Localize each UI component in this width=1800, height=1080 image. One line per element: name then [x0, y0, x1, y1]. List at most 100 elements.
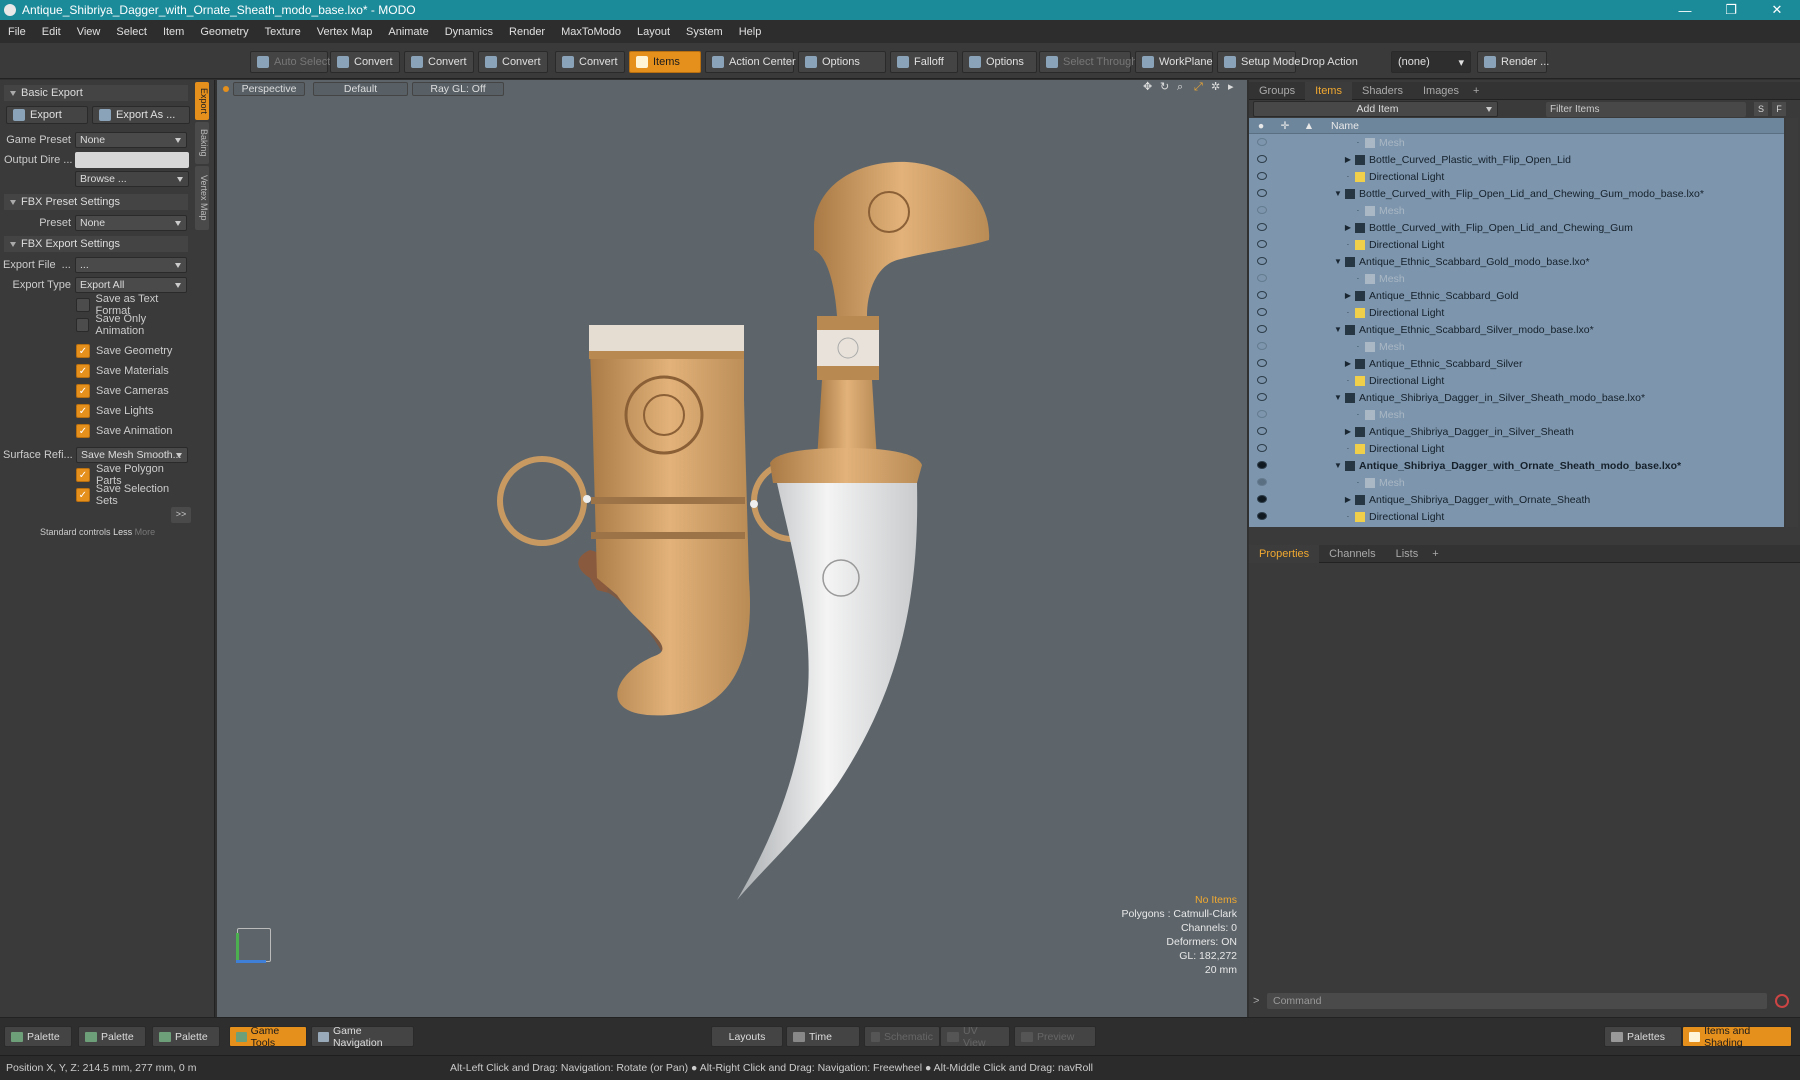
scene-row[interactable]: ▼ Bottle_Curved_with_Flip_Open_Lid_and_Ch… [1249, 185, 1784, 202]
light-row[interactable]: · Directional Light [1249, 168, 1784, 185]
setup-mode-button[interactable]: Setup Mode [1217, 51, 1300, 73]
visibility-eye-icon[interactable] [1257, 461, 1267, 469]
more-link[interactable]: More [135, 527, 156, 537]
schematic-button[interactable]: Schematic [864, 1026, 940, 1047]
mesh-row[interactable]: · Mesh [1249, 270, 1784, 287]
save-lights-checkbox[interactable]: ✓ [76, 404, 90, 418]
tab-properties[interactable]: Properties [1249, 544, 1320, 563]
visibility-eye-icon[interactable] [1257, 410, 1267, 418]
menu-dynamics[interactable]: Dynamics [437, 26, 501, 38]
menu-item[interactable]: Item [155, 26, 192, 38]
name-column-header[interactable]: Name [1331, 120, 1359, 132]
menu-maxtomodo[interactable]: MaxToModo [553, 26, 629, 38]
drop-action-select[interactable]: (none) ▾ [1391, 51, 1471, 73]
mesh-row[interactable]: · Mesh [1249, 474, 1784, 491]
visibility-eye-icon[interactable] [1257, 206, 1267, 214]
export-type-select[interactable]: Export All [75, 277, 187, 293]
less-link[interactable]: Less [113, 527, 132, 537]
uv-view-button[interactable]: UV View [940, 1025, 1010, 1049]
menu-vertex-map[interactable]: Vertex Map [309, 26, 381, 38]
visibility-eye-icon[interactable] [1257, 512, 1267, 520]
visibility-eye-icon[interactable] [1257, 444, 1267, 452]
workplane-button[interactable]: WorkPlane [1135, 51, 1213, 73]
save-animation-checkbox[interactable]: ✓ [76, 424, 90, 438]
menu-system[interactable]: System [678, 26, 731, 38]
light-row[interactable]: · Directional Light [1249, 508, 1784, 525]
game-tools-button[interactable]: Game Tools [229, 1025, 307, 1049]
menu-view[interactable]: View [69, 26, 109, 38]
menu-texture[interactable]: Texture [257, 26, 309, 38]
item-row[interactable]: ▶ Antique_Shibriya_Dagger_in_Silver_Sheat… [1249, 423, 1784, 440]
3d-viewport[interactable]: Perspective Default Ray GL: Off ✥ ↻ ⌕ ⤢ … [217, 80, 1247, 1017]
menu-geometry[interactable]: Geometry [192, 26, 256, 38]
expand-arrow-icon[interactable]: ▶ [1343, 155, 1353, 164]
basic-export-header[interactable]: Basic Export [4, 85, 188, 101]
render-button[interactable]: Render ... [1477, 51, 1549, 73]
palettes-button[interactable]: Palettes [1604, 1026, 1682, 1047]
game-navigation-button[interactable]: Game Navigation [311, 1025, 414, 1049]
scene-row[interactable]: ▼ Antique_Ethnic_Scabbard_Gold_modo_base.… [1249, 253, 1784, 270]
save-materials-checkbox[interactable]: ✓ [76, 364, 90, 378]
fbx-preset-header[interactable]: FBX Preset Settings [4, 194, 188, 210]
minimize-button[interactable]: — [1662, 0, 1708, 20]
time-button[interactable]: Time [786, 1026, 860, 1047]
action-center-button[interactable]: Action Center [705, 51, 796, 73]
tab-vertex-map[interactable]: Vertex Map [195, 166, 209, 230]
visibility-eye-icon[interactable] [1257, 189, 1267, 197]
mesh-row[interactable]: · Mesh [1249, 202, 1784, 219]
mesh-row[interactable]: · Mesh [1249, 134, 1784, 151]
layouts-button[interactable]: Layouts [711, 1026, 783, 1047]
expand-arrow-icon[interactable]: ▶ [1343, 291, 1353, 300]
light-row[interactable]: · Directional Light [1249, 236, 1784, 253]
falloff-options-button[interactable]: Options [962, 51, 1037, 73]
export-file-select[interactable]: ... [75, 257, 187, 273]
item-row[interactable]: ▶ Bottle_Curved_with_Flip_Open_Lid_and_Ch… [1249, 219, 1784, 236]
visibility-eye-icon[interactable] [1257, 155, 1267, 163]
expand-arrow-icon[interactable]: ▶ [1343, 495, 1353, 504]
fbx-export-header[interactable]: FBX Export Settings [4, 236, 188, 252]
scene-row[interactable]: ▼ Antique_Shibriya_Dagger_in_Silver_Sheat… [1249, 389, 1784, 406]
tab-shaders[interactable]: Shaders [1352, 82, 1413, 100]
visibility-eye-icon[interactable] [1257, 138, 1267, 146]
menu-animate[interactable]: Animate [380, 26, 436, 38]
items-and-shading-button[interactable]: Items and Shading [1682, 1025, 1792, 1049]
palette-button-2[interactable]: Palette [78, 1026, 146, 1047]
tab-channels[interactable]: Channels [1319, 545, 1385, 563]
menu-render[interactable]: Render [501, 26, 553, 38]
save-polygon-parts-checkbox[interactable]: ✓ [76, 468, 90, 482]
visibility-eye-icon[interactable] [1257, 274, 1267, 282]
scene-row[interactable]: ▼ Antique_Shibriya_Dagger_with_Ornate_She… [1249, 457, 1784, 474]
save-geometry-checkbox[interactable]: ✓ [76, 344, 90, 358]
visibility-eye-icon[interactable] [1257, 427, 1267, 435]
menu-select[interactable]: Select [108, 26, 155, 38]
visibility-eye-icon[interactable] [1257, 495, 1267, 503]
save-only-animation-checkbox[interactable] [76, 318, 90, 332]
visibility-eye-icon[interactable] [1257, 223, 1267, 231]
convert-polygons-button[interactable]: Convert [478, 51, 548, 73]
preset-select[interactable]: None [75, 215, 187, 231]
menu-help[interactable]: Help [731, 26, 770, 38]
tab-baking[interactable]: Baking [195, 122, 209, 164]
visibility-eye-icon[interactable] [1257, 393, 1267, 401]
item-row[interactable]: ▶ Antique_Shibriya_Dagger_with_Ornate_She… [1249, 491, 1784, 508]
filter-items-input[interactable]: Filter Items [1546, 101, 1746, 117]
auto-select-button[interactable]: Auto Select [250, 51, 330, 73]
visibility-eye-icon[interactable] [1257, 359, 1267, 367]
visibility-eye-icon[interactable] [1257, 325, 1267, 333]
visibility-eye-icon[interactable] [1257, 342, 1267, 350]
close-button[interactable]: ✕ [1754, 0, 1800, 20]
visibility-eye-icon[interactable] [1257, 291, 1267, 299]
export-as-button[interactable]: Export As ... [92, 106, 190, 124]
light-row[interactable]: · Directional Light [1249, 372, 1784, 389]
tab-groups[interactable]: Groups [1249, 82, 1305, 100]
action-center-options-button[interactable]: Options [798, 51, 886, 73]
tab-export[interactable]: Export [195, 82, 209, 120]
select-through-button[interactable]: Select Through [1039, 51, 1137, 73]
visibility-eye-icon[interactable] [1257, 376, 1267, 384]
save-text-format-checkbox[interactable] [76, 298, 90, 312]
expand-arrow-icon[interactable]: ▶ [1343, 223, 1353, 232]
convert-materials-button[interactable]: Convert [555, 51, 625, 73]
convert-vertices-button[interactable]: Convert [330, 51, 400, 73]
light-row[interactable]: · Directional Light [1249, 304, 1784, 321]
game-preset-select[interactable]: None [75, 132, 187, 148]
